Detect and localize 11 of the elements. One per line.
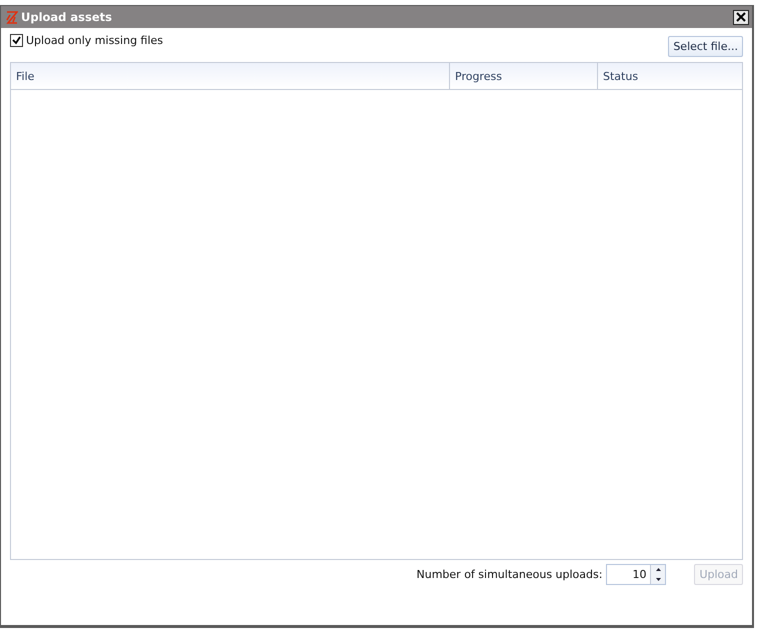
select-file-button[interactable]: Select file... bbox=[668, 36, 743, 57]
app-logo-icon bbox=[6, 10, 18, 24]
column-header[interactable]: Status bbox=[597, 63, 742, 89]
simultaneous-uploads-label: Number of simultaneous uploads: bbox=[416, 568, 602, 581]
checkbox-label: Upload only missing files bbox=[26, 34, 164, 47]
checkbox[interactable] bbox=[10, 34, 23, 47]
number-spinner[interactable]: 10 bbox=[606, 564, 666, 585]
window-title: Upload assets bbox=[21, 10, 114, 24]
column-header[interactable]: Progress bbox=[449, 63, 597, 89]
column-header[interactable]: File bbox=[11, 63, 449, 89]
close-button[interactable] bbox=[733, 10, 749, 24]
